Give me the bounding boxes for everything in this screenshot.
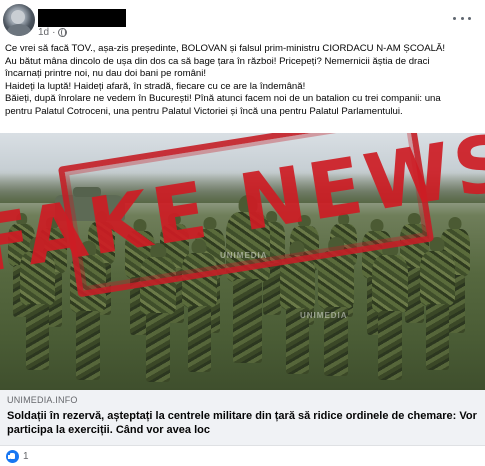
post-text-line: pentru Palatul Cotroceni, una pentru Pal…	[5, 105, 403, 117]
link-domain: UNIMEDIA.INFO	[7, 395, 78, 405]
post-text: Ce vrei să facă TOV., așa-zis președinte…	[5, 43, 483, 119]
globe-icon	[58, 28, 68, 37]
author-name-redacted[interactable]	[38, 9, 126, 27]
soldier	[372, 241, 408, 385]
facebook-post: 1d · Ce vrei să facă TOV., așa-zis preșe…	[0, 0, 485, 466]
reaction-count: 1	[23, 451, 29, 462]
like-icon	[6, 450, 19, 463]
post-text-line: Haideți la luptă! Haideți afară, în stra…	[5, 80, 306, 92]
post-header: 1d ·	[0, 0, 485, 40]
post-text-line: încarnați printre noi, nu dau doi bani p…	[5, 68, 207, 80]
post-time[interactable]: 1d	[38, 27, 49, 38]
link-preview[interactable]: UNIMEDIA.INFO Soldații în rezervă, aștep…	[0, 390, 485, 446]
watermark-text: UNIMEDIA	[220, 251, 268, 260]
soldier	[318, 237, 354, 381]
more-options-icon[interactable]	[453, 14, 471, 22]
post-image[interactable]: FAKE NEWS UNIMEDIA UNIMEDIA	[0, 133, 485, 390]
post-text-line: Au bătut mâna dincolo de ușa din dos ca …	[5, 55, 430, 67]
post-meta: 1d ·	[38, 27, 68, 38]
soldier	[420, 237, 455, 375]
watermark-text: UNIMEDIA	[300, 311, 348, 320]
post-text-line: Băieți, după înrolare ne vedem în Bucure…	[5, 93, 441, 105]
link-title[interactable]: Soldații în rezervă, așteptați la centre…	[7, 409, 477, 437]
reactions-bar[interactable]: 1	[6, 450, 29, 463]
post-text-line: Ce vrei să facă TOV., așa-zis președinte…	[5, 43, 446, 54]
avatar[interactable]	[3, 4, 35, 36]
